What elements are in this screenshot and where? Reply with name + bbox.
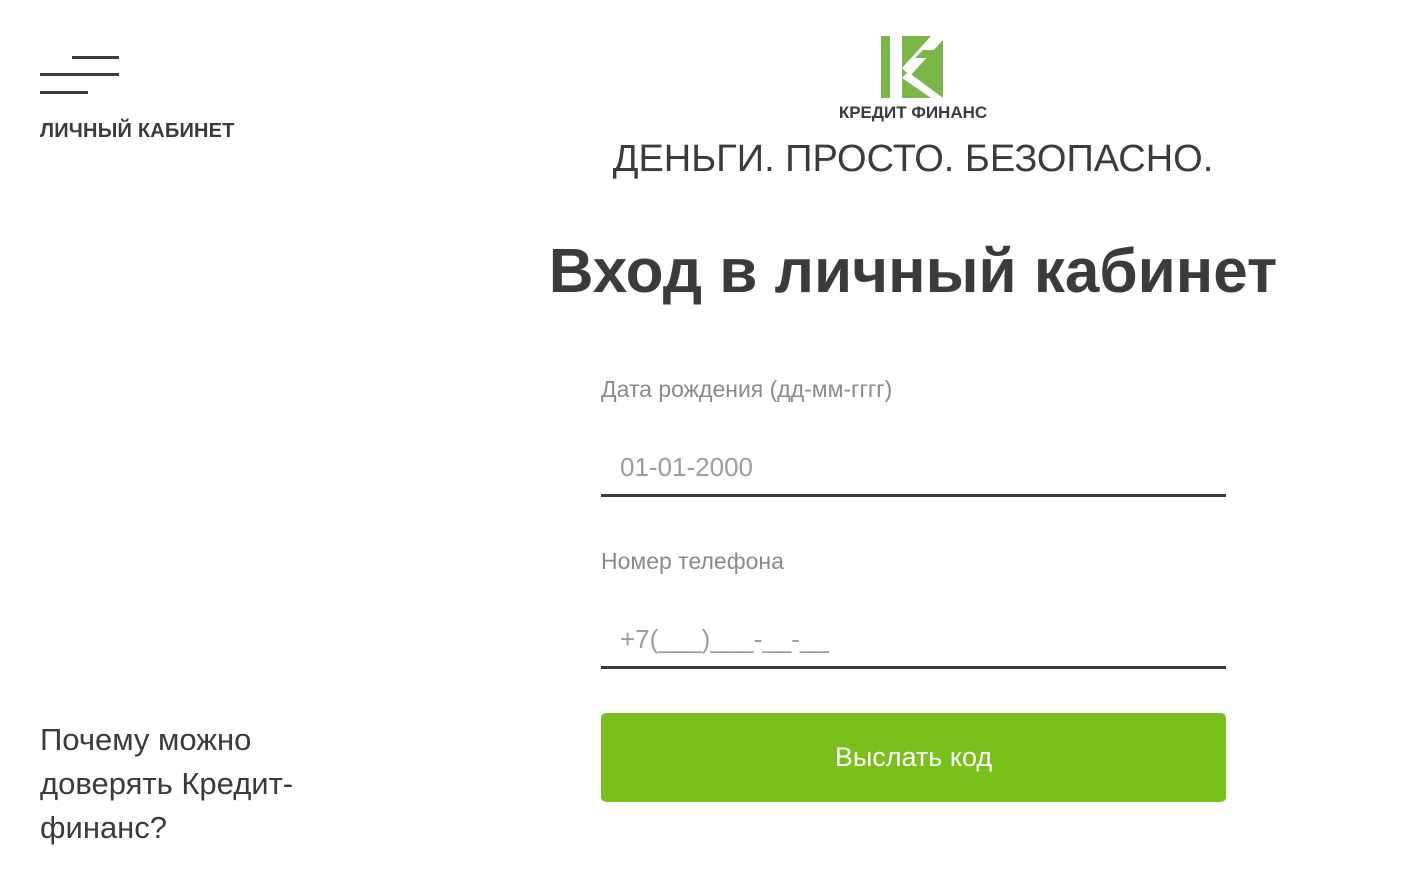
birthdate-input[interactable]	[601, 441, 1226, 497]
hamburger-menu-icon[interactable]	[40, 56, 120, 96]
send-code-button[interactable]: Выслать код	[601, 713, 1226, 802]
page-title: Вход в личный кабинет	[548, 237, 1278, 306]
menu-line	[72, 56, 119, 59]
birthdate-label: Дата рождения (дд-мм-гггг)	[601, 376, 893, 402]
phone-input[interactable]	[601, 613, 1226, 669]
kredit-finans-logo-icon[interactable]	[881, 36, 943, 98]
trust-info-link[interactable]: Почему можно доверять Кредит-финанс?	[40, 718, 340, 850]
brand-name: КРЕДИТ ФИНАНС	[838, 103, 988, 122]
menu-line	[40, 91, 88, 94]
personal-cabinet-link[interactable]: ЛИЧНЫЙ КАБИНЕТ	[40, 120, 235, 143]
phone-label: Номер телефона	[601, 548, 784, 574]
login-page: ЛИЧНЫЙ КАБИНЕТ КРЕДИТ ФИНАНС ДЕНЬГИ. ПРО…	[0, 0, 1410, 869]
slogan: ДЕНЬГИ. ПРОСТО. БЕЗОПАСНО.	[612, 138, 1214, 180]
menu-line	[40, 73, 119, 76]
